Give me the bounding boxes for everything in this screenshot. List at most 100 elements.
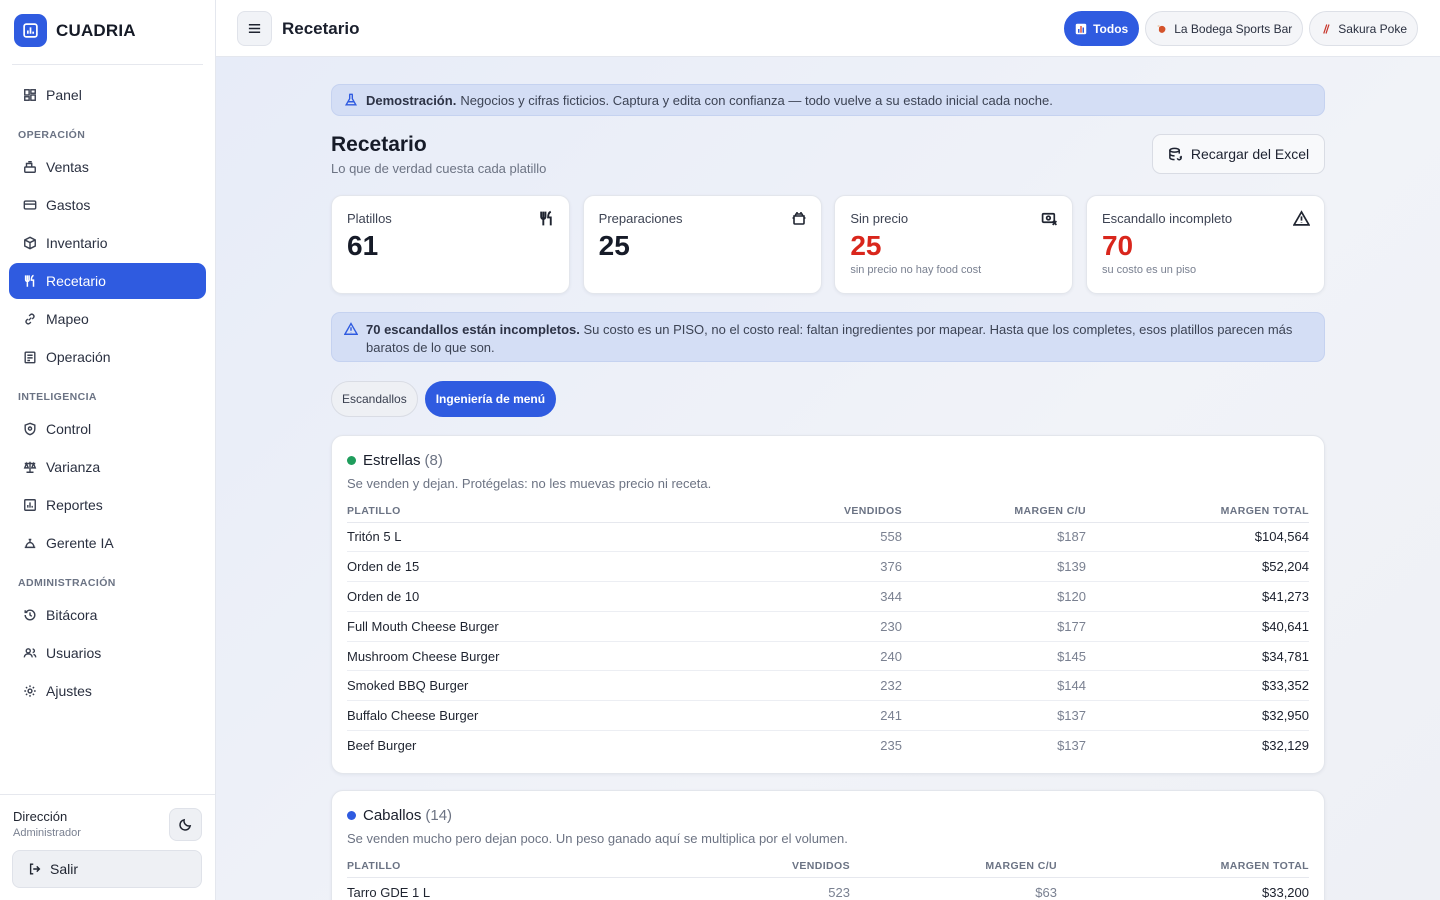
- sidebar-item-ventas[interactable]: Ventas: [9, 149, 206, 185]
- chart-icon: [1075, 23, 1087, 35]
- group-table: PLATILLO VENDIDOS MARGEN C/U MARGEN TOTA…: [347, 855, 1309, 900]
- column-header[interactable]: MARGEN TOTAL: [1057, 855, 1309, 878]
- cell-sold: 232: [822, 670, 902, 702]
- table-row[interactable]: Tritón 5 L 558 $187 $104,564: [347, 522, 1309, 553]
- cell-sold: 558: [822, 522, 902, 553]
- page-title: Recetario: [331, 133, 427, 156]
- stat-card-sin-precio: Sin precio 25 sin precio no hay food cos…: [834, 195, 1074, 294]
- theme-toggle-button[interactable]: [169, 808, 202, 841]
- users-icon: [22, 645, 38, 661]
- brand[interactable]: CUADRIA: [14, 14, 136, 47]
- sidebar-footer: Dirección Administrador Salir: [0, 794, 215, 900]
- table-row[interactable]: Full Mouth Cheese Burger 230 $177 $40,641: [347, 611, 1309, 642]
- cell-total-margin: $32,950: [1086, 700, 1309, 732]
- demo-banner-title: Demostración.: [366, 92, 457, 108]
- chart-icon: [22, 497, 38, 513]
- history-icon: [22, 607, 38, 623]
- cell-total-margin: $41,273: [1086, 581, 1309, 612]
- link-icon: [22, 311, 38, 327]
- column-header[interactable]: PLATILLO: [347, 855, 770, 878]
- cell-dish: Orden de 10: [347, 581, 822, 612]
- sidebar-item-gastos[interactable]: Gastos: [9, 187, 206, 223]
- business-tab-label: La Bodega Sports Bar: [1174, 21, 1293, 36]
- column-header[interactable]: PLATILLO: [347, 500, 822, 523]
- business-tab-label: Todos: [1093, 21, 1129, 36]
- business-tab-la-bodega[interactable]: La Bodega Sports Bar: [1145, 11, 1304, 46]
- column-header[interactable]: MARGEN C/U: [850, 855, 1057, 878]
- table-row[interactable]: Smoked BBQ Burger 232 $144 $33,352: [347, 670, 1309, 702]
- column-header[interactable]: MARGEN C/U: [902, 500, 1086, 523]
- table-row[interactable]: Tarro GDE 1 L 523 $63 $33,200: [347, 877, 1309, 900]
- column-header[interactable]: VENDIDOS: [822, 500, 902, 523]
- logout-button[interactable]: Salir: [12, 850, 202, 888]
- sidebar-item-label: Ventas: [46, 159, 89, 175]
- stat-value: 61: [347, 230, 379, 261]
- table-row[interactable]: Mushroom Cheese Burger 240 $145 $34,781: [347, 641, 1309, 672]
- sidebar-item-operacion[interactable]: Operación: [9, 339, 206, 375]
- topbar-title: Recetario: [282, 19, 360, 38]
- cell-unit-margin: $137: [1057, 738, 1086, 754]
- sidebar-item-inventario[interactable]: Inventario: [9, 225, 206, 261]
- menu-toggle-button[interactable]: [237, 11, 272, 46]
- table-row[interactable]: Orden de 15 376 $139 $52,204: [347, 551, 1309, 583]
- sidebar-item-gerente-ia[interactable]: Gerente IA: [9, 525, 206, 561]
- price-off-icon: [1041, 210, 1058, 227]
- sidebar-item-label: Gastos: [46, 197, 91, 213]
- cell-total-margin: $33,200: [1262, 884, 1309, 900]
- sidebar-item-varianza[interactable]: Varianza: [9, 449, 206, 485]
- wing-icon: [1156, 23, 1168, 35]
- sidebar-item-control[interactable]: Control: [9, 411, 206, 447]
- segment-ingenieria-de-menu[interactable]: Ingeniería de menú: [424, 381, 557, 417]
- sidebar-item-mapeo[interactable]: Mapeo: [9, 301, 206, 337]
- cell-total-margin: $34,781: [1086, 641, 1309, 672]
- clipboard-icon: [22, 349, 38, 365]
- table-row[interactable]: Orden de 10 344 $120 $41,273: [347, 581, 1309, 612]
- reload-excel-button[interactable]: Recargar del Excel: [1152, 134, 1325, 174]
- sidebar-item-ajustes[interactable]: Ajustes: [9, 673, 206, 709]
- column-header[interactable]: MARGEN TOTAL: [1086, 500, 1309, 523]
- table-row[interactable]: Beef Burger 235 $137 $32,129: [347, 731, 1309, 761]
- sidebar-item-label: Bitácora: [46, 607, 98, 623]
- stat-value: 25: [598, 230, 630, 261]
- stat-hint: sin precio no hay food cost: [850, 264, 982, 276]
- business-tab-sakura-poke[interactable]: Sakura Poke: [1309, 11, 1418, 46]
- sidebar-item-recetario[interactable]: Recetario: [9, 263, 206, 299]
- cell-dish: Full Mouth Cheese Burger: [347, 611, 822, 642]
- nav-section-title: OPERACIÓN: [18, 129, 86, 141]
- cell-sold: 230: [822, 611, 902, 642]
- brand-name: CUADRIA: [56, 20, 136, 40]
- group-header: Caballos (14): [347, 807, 1309, 824]
- utensils-icon: [22, 273, 38, 289]
- segment-escandallos[interactable]: Escandallos: [331, 381, 418, 417]
- user-role: Administrador: [13, 827, 81, 839]
- sidebar-item-label: Gerente IA: [46, 535, 114, 551]
- sidebar-item-label: Ajustes: [46, 683, 92, 699]
- sidebar-item-label: Reportes: [46, 497, 103, 513]
- demo-banner: Demostración. Negocios y cifras ficticio…: [331, 84, 1325, 116]
- cell-sold: 241: [822, 700, 902, 732]
- cell-sold: 344: [822, 581, 902, 612]
- pot-icon: [791, 210, 807, 226]
- sidebar-item-panel[interactable]: Panel: [9, 77, 206, 113]
- sidebar-item-bitacora[interactable]: Bitácora: [9, 597, 206, 633]
- sidebar-item-usuarios[interactable]: Usuarios: [9, 635, 206, 671]
- table-header-row: PLATILLO VENDIDOS MARGEN C/U MARGEN TOTA…: [347, 855, 1309, 878]
- cell-unit-margin: $144: [902, 670, 1086, 702]
- divider: [12, 64, 203, 65]
- cell-unit-margin: $177: [902, 611, 1086, 642]
- cell-sold: 235: [880, 738, 902, 754]
- cell-total-margin: $52,204: [1086, 551, 1309, 583]
- cell-dish: Smoked BBQ Burger: [347, 670, 822, 702]
- sidebar-item-reportes[interactable]: Reportes: [9, 487, 206, 523]
- cell-total-margin: $32,129: [1262, 738, 1309, 754]
- group-count: (14): [425, 807, 453, 824]
- sidebar-item-label: Usuarios: [46, 645, 102, 661]
- cell-unit-margin: $139: [902, 551, 1086, 583]
- scale-icon: [22, 459, 38, 475]
- table-row[interactable]: Buffalo Cheese Burger 241 $137 $32,950: [347, 700, 1309, 732]
- sidebar-item-label: Panel: [46, 87, 82, 103]
- warning-icon: [1292, 210, 1310, 227]
- column-header[interactable]: VENDIDOS: [770, 855, 850, 878]
- group-description: Se venden mucho pero dejan poco. Un peso…: [347, 831, 848, 846]
- business-tab-todos[interactable]: Todos: [1064, 11, 1140, 46]
